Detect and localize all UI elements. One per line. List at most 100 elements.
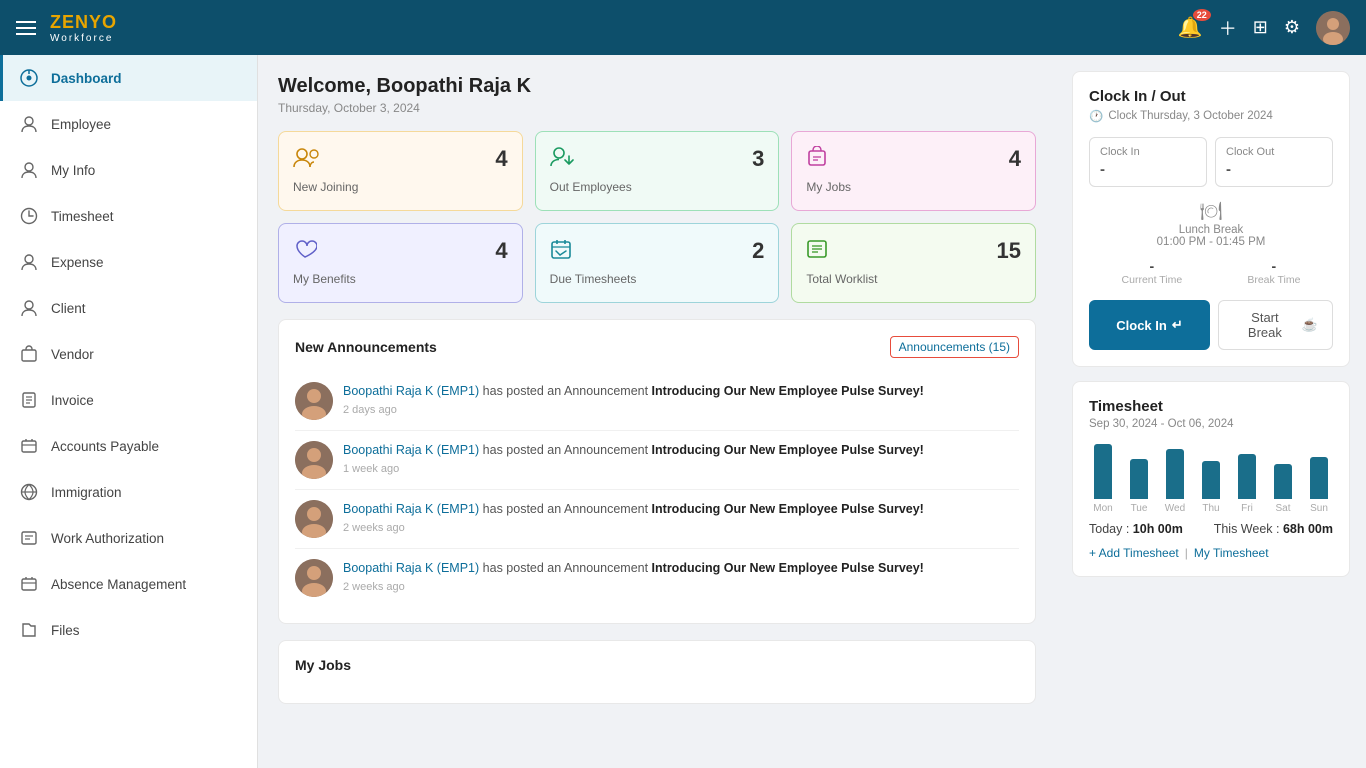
timesheet-icon [19, 206, 39, 226]
welcome-date: Thursday, October 3, 2024 [278, 101, 1036, 115]
stat-card-total-worklist[interactable]: 15 Total Worklist [791, 223, 1036, 303]
sidebar-item-timesheet-label: Timesheet [51, 209, 241, 224]
ann-content-1: Boopathi Raja K (EMP1) has posted an Ann… [343, 382, 1019, 420]
time-row: - Current Time - Break Time [1089, 258, 1333, 286]
right-panel: Clock In / Out 🕐 Clock Thursday, 3 Octob… [1056, 55, 1366, 768]
clock-date-icon: 🕐 [1089, 109, 1103, 123]
ann-author-3[interactable]: Boopathi Raja K (EMP1) [343, 502, 479, 516]
current-time-item: - Current Time [1122, 258, 1183, 286]
sidebar-item-timesheet[interactable]: Timesheet [0, 193, 257, 239]
ann-content-4: Boopathi Raja K (EMP1) has posted an Ann… [343, 559, 1019, 597]
settings-icon[interactable]: ⚙ [1284, 17, 1300, 38]
clock-panel-title: Clock In / Out [1089, 88, 1333, 105]
logo-area: ZENYO Workforce [50, 12, 117, 44]
announcements-section: New Announcements Announcements (15) Boo… [278, 319, 1036, 624]
clock-in-button[interactable]: Clock In ↵ [1089, 300, 1210, 350]
announcements-title: New Announcements [295, 339, 437, 355]
main-layout: Dashboard Employee My Info [0, 55, 1366, 768]
announcement-item-4: Boopathi Raja K (EMP1) has posted an Ann… [295, 549, 1019, 607]
ts-day-label-mon: Mon [1093, 503, 1112, 514]
break-time-item: - Break Time [1247, 258, 1300, 286]
lunch-title: Lunch Break [1089, 224, 1333, 236]
add-icon[interactable]: ＋ [1219, 15, 1237, 41]
ann-author-4[interactable]: Boopathi Raja K (EMP1) [343, 561, 479, 575]
ann-avatar-2 [295, 441, 333, 479]
announcements-link[interactable]: Announcements (15) [890, 336, 1019, 358]
ann-time-2: 1 week ago [343, 463, 1019, 475]
new-joining-label: New Joining [293, 180, 508, 194]
out-employees-value: 3 [752, 146, 764, 172]
clock-in-box: Clock In - [1089, 137, 1207, 187]
out-employees-label: Out Employees [550, 180, 765, 194]
vendor-icon [19, 344, 39, 364]
announcement-item-3: Boopathi Raja K (EMP1) has posted an Ann… [295, 490, 1019, 549]
ts-bar-sun: Sun [1305, 457, 1333, 514]
sidebar-item-expense-label: Expense [51, 255, 241, 270]
hamburger-menu[interactable] [16, 21, 36, 35]
ts-day-label-tue: Tue [1131, 503, 1148, 514]
sidebar-item-client[interactable]: Client [0, 285, 257, 331]
top-header: ZENYO Workforce 🔔 22 ＋ ⊞ ⚙ [0, 0, 1366, 55]
my-benefits-label: My Benefits [293, 272, 508, 286]
sidebar-item-immigration[interactable]: Immigration [0, 469, 257, 515]
due-timesheets-label: Due Timesheets [550, 272, 765, 286]
ts-day-label-sat: Sat [1275, 503, 1290, 514]
sidebar-item-client-label: Client [51, 301, 241, 316]
start-break-btn-label: Start Break [1233, 310, 1297, 340]
announcements-header: New Announcements Announcements (15) [295, 336, 1019, 358]
sidebar-item-vendor[interactable]: Vendor [0, 331, 257, 377]
clock-boxes: Clock In - Clock Out - [1089, 137, 1333, 187]
ts-today: Today : 10h 00m [1089, 522, 1183, 536]
due-timesheets-icon [550, 238, 572, 266]
my-info-icon [19, 160, 39, 180]
ann-author-1[interactable]: Boopathi Raja K (EMP1) [343, 384, 479, 398]
ann-content-3: Boopathi Raja K (EMP1) has posted an Ann… [343, 500, 1019, 538]
clock-date-text: Clock Thursday, 3 October 2024 [1108, 110, 1273, 122]
sidebar-item-files[interactable]: Files [0, 607, 257, 653]
ann-author-2[interactable]: Boopathi Raja K (EMP1) [343, 443, 479, 457]
sidebar-item-work-authorization[interactable]: Work Authorization [0, 515, 257, 561]
notification-bell[interactable]: 🔔 22 [1178, 15, 1203, 40]
ts-bar-tue: Tue [1125, 459, 1153, 514]
ann-text-3: Boopathi Raja K (EMP1) has posted an Ann… [343, 500, 1019, 519]
stat-card-out-employees[interactable]: 3 Out Employees [535, 131, 780, 211]
ts-bar-rect-fri [1238, 454, 1256, 499]
ts-bar-rect-mon [1094, 444, 1112, 499]
ts-bar-rect-sat [1274, 464, 1292, 499]
ts-chart: MonTueWedThuFriSatSun [1089, 444, 1333, 514]
employee-icon [19, 114, 39, 134]
add-timesheet-link[interactable]: + Add Timesheet [1089, 546, 1179, 560]
logo-zenyo: ZENYO [50, 12, 117, 33]
sidebar-item-work-auth-label: Work Authorization [51, 531, 241, 546]
my-timesheet-link[interactable]: My Timesheet [1194, 546, 1269, 560]
sidebar-item-vendor-label: Vendor [51, 347, 241, 362]
sidebar-item-expense[interactable]: Expense [0, 239, 257, 285]
grid-icon[interactable]: ⊞ [1253, 17, 1268, 38]
sidebar: Dashboard Employee My Info [0, 55, 258, 768]
ts-range: Sep 30, 2024 - Oct 06, 2024 [1089, 418, 1333, 430]
ts-day-label-thu: Thu [1202, 503, 1219, 514]
lunch-icon: 🍽 [1089, 201, 1333, 222]
user-avatar[interactable] [1316, 11, 1350, 45]
sidebar-item-absence-management[interactable]: Absence Management [0, 561, 257, 607]
total-worklist-label: Total Worklist [806, 272, 1021, 286]
invoice-icon [19, 390, 39, 410]
sidebar-item-files-label: Files [51, 623, 241, 638]
stat-card-new-joining[interactable]: 4 New Joining [278, 131, 523, 211]
stat-card-due-timesheets[interactable]: 2 Due Timesheets [535, 223, 780, 303]
stat-card-my-benefits[interactable]: 4 My Benefits [278, 223, 523, 303]
sidebar-item-employee[interactable]: Employee [0, 101, 257, 147]
start-break-button[interactable]: Start Break ☕ [1218, 300, 1333, 350]
announcement-item-2: Boopathi Raja K (EMP1) has posted an Ann… [295, 431, 1019, 490]
timesheet-panel: Timesheet Sep 30, 2024 - Oct 06, 2024 Mo… [1072, 381, 1350, 577]
sidebar-item-accounts-payable[interactable]: Accounts Payable [0, 423, 257, 469]
ann-text-4: Boopathi Raja K (EMP1) has posted an Ann… [343, 559, 1019, 578]
clock-in-label: Clock In [1100, 146, 1196, 158]
sidebar-item-dashboard[interactable]: Dashboard [0, 55, 257, 101]
sidebar-item-my-info[interactable]: My Info [0, 147, 257, 193]
stat-card-my-jobs[interactable]: 4 My Jobs [791, 131, 1036, 211]
sidebar-item-invoice[interactable]: Invoice [0, 377, 257, 423]
work-auth-icon [19, 528, 39, 548]
clock-panel: Clock In / Out 🕐 Clock Thursday, 3 Octob… [1072, 71, 1350, 367]
ts-bar-mon: Mon [1089, 444, 1117, 514]
